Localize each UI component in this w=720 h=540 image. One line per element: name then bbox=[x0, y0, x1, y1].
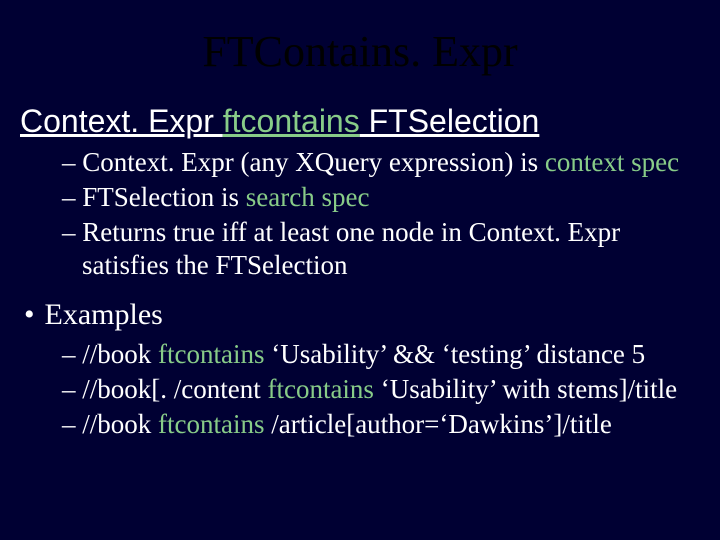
heading-part-ftselection: FTSelection bbox=[360, 103, 540, 139]
syntax-heading: Context. Expr ftcontains FTSelection bbox=[20, 103, 702, 140]
ex3-pre: – //book bbox=[62, 409, 158, 439]
sub1-highlight: context spec bbox=[545, 147, 679, 177]
ex3-keyword: ftcontains bbox=[158, 409, 264, 439]
example-1: – //book ftcontains ‘Usability’ && ‘test… bbox=[62, 338, 702, 371]
ex1-keyword: ftcontains bbox=[158, 339, 264, 369]
ex2-post: ‘Usability’ with stems]/title bbox=[374, 374, 677, 404]
examples-label: Examples bbox=[45, 298, 163, 331]
heading-part-context: Context. Expr bbox=[20, 103, 223, 139]
examples-heading: •Examples bbox=[24, 298, 702, 332]
ex1-pre: – //book bbox=[62, 339, 158, 369]
bullet-mark: • bbox=[24, 298, 45, 331]
ex2-keyword: ftcontains bbox=[267, 374, 373, 404]
sub2-text: – FTSelection is bbox=[62, 182, 246, 212]
sub-bullet-2: – FTSelection is search spec bbox=[62, 181, 702, 214]
sub1-text: – Context. Expr (any XQuery expression) … bbox=[62, 147, 545, 177]
ex3-post: /article[author=‘Dawkins’]/title bbox=[265, 409, 612, 439]
ex2-pre: – //book[. /content bbox=[62, 374, 267, 404]
ex1-post: ‘Usability’ && ‘testing’ distance 5 bbox=[265, 339, 646, 369]
sub-bullet-1: – Context. Expr (any XQuery expression) … bbox=[62, 146, 702, 179]
example-3: – //book ftcontains /article[author=‘Daw… bbox=[62, 408, 702, 441]
heading-keyword: ftcontains bbox=[223, 103, 360, 139]
sub-bullet-3: – Returns true iff at least one node in … bbox=[62, 216, 702, 282]
example-2: – //book[. /content ftcontains ‘Usabilit… bbox=[62, 373, 702, 406]
slide-title: FTContains. Expr bbox=[18, 26, 702, 77]
slide: FTContains. Expr Context. Expr ftcontain… bbox=[0, 0, 720, 540]
sub2-highlight: search spec bbox=[246, 182, 370, 212]
